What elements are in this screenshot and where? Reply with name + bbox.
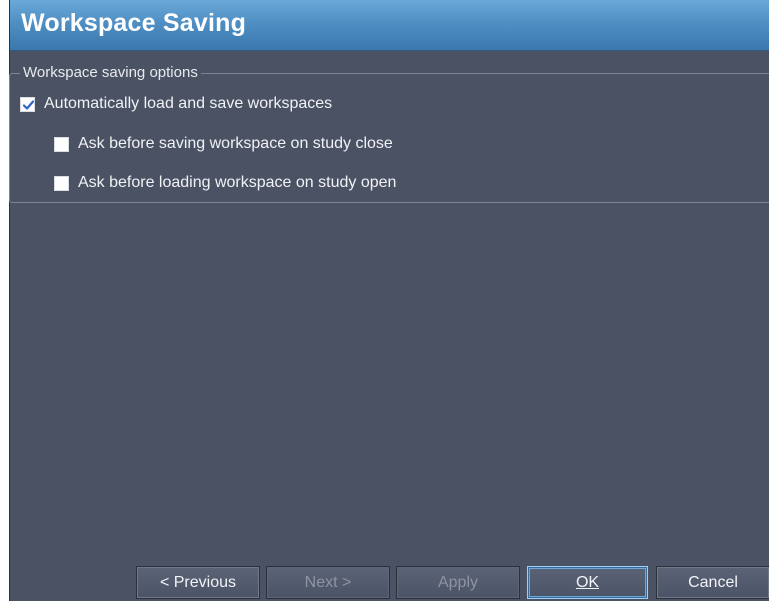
auto-load-save-label: Automatically load and save workspaces <box>44 95 333 112</box>
dialog-title: Workspace Saving <box>21 9 247 37</box>
auto-load-save-option[interactable]: Automatically load and save workspaces <box>20 95 332 113</box>
groupbox-legend: Workspace saving options <box>20 64 201 81</box>
ask-before-saving-label: Ask before saving workspace on study clo… <box>78 135 393 152</box>
ask-before-loading-label: Ask before loading workspace on study op… <box>78 174 397 191</box>
auto-load-save-checkbox[interactable] <box>20 96 35 112</box>
cancel-button[interactable]: Cancel <box>656 566 769 599</box>
next-button[interactable]: Next > <box>266 566 390 599</box>
ask-before-saving-checkbox[interactable] <box>54 136 69 152</box>
title-bar: Workspace Saving <box>10 0 769 51</box>
checkmark-icon <box>22 99 35 110</box>
previous-button[interactable]: < Previous <box>136 566 260 599</box>
ok-button[interactable]: OK <box>527 566 648 599</box>
ask-before-loading-checkbox[interactable] <box>54 175 69 191</box>
apply-button[interactable]: Apply <box>396 566 520 599</box>
ask-before-loading-option[interactable]: Ask before loading workspace on study op… <box>54 174 396 192</box>
ok-button-label: OK <box>575 573 600 591</box>
ask-before-saving-option[interactable]: Ask before saving workspace on study clo… <box>54 135 393 153</box>
